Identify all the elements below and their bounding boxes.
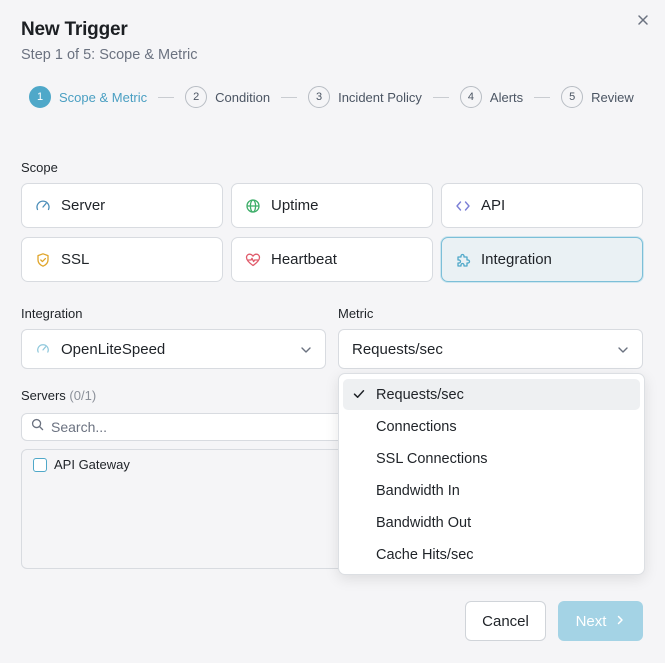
step-number: 1 xyxy=(29,86,51,108)
scope-option-label: Server xyxy=(61,197,106,214)
search-icon xyxy=(31,418,44,436)
scope-option-integration[interactable]: Integration xyxy=(441,237,643,282)
shield-check-icon xyxy=(35,252,51,268)
globe-icon xyxy=(245,198,261,214)
metric-option-label: Requests/sec xyxy=(376,386,464,403)
step-label: Condition xyxy=(215,89,271,105)
chevron-down-icon xyxy=(616,343,630,357)
heart-pulse-icon xyxy=(245,252,261,268)
step-scope-metric[interactable]: 1 Scope & Metric xyxy=(29,86,147,108)
metric-option-requests-sec[interactable]: Requests/sec xyxy=(343,379,640,410)
metric-option-connections[interactable]: Connections xyxy=(343,411,640,442)
metric-option-label: Cache Hits/sec xyxy=(376,546,474,563)
puzzle-icon xyxy=(455,252,471,268)
scope-option-label: Heartbeat xyxy=(271,251,337,268)
step-alerts[interactable]: 4 Alerts xyxy=(459,86,524,108)
scope-option-ssl[interactable]: SSL xyxy=(21,237,223,282)
integration-label: Integration xyxy=(21,306,83,321)
step-number: 2 xyxy=(185,86,208,108)
step-label: Alerts xyxy=(489,89,524,105)
step-incident-policy[interactable]: 3 Incident Policy xyxy=(308,86,422,108)
scope-option-heartbeat[interactable]: Heartbeat xyxy=(231,237,433,282)
step-number: 5 xyxy=(561,86,584,108)
servers-label: Servers (0/1) xyxy=(21,388,96,403)
metric-dropdown: Requests/sec Connections SSL Connections… xyxy=(338,373,645,575)
step-separator xyxy=(158,96,175,98)
scope-option-label: Integration xyxy=(481,251,552,268)
step-number: 4 xyxy=(459,86,482,108)
cancel-button-label: Cancel xyxy=(482,612,529,630)
scope-options: Server Uptime API SSL Heartbeat Integrat… xyxy=(21,183,643,282)
scope-option-label: SSL xyxy=(61,251,90,268)
next-button[interactable]: Next xyxy=(558,601,643,641)
stepper: 1 Scope & Metric 2 Condition 3 Incident … xyxy=(29,86,634,108)
metric-option-bandwidth-out[interactable]: Bandwidth Out xyxy=(343,507,640,538)
dialog-subtitle: Step 1 of 5: Scope & Metric xyxy=(21,47,198,63)
integration-value: OpenLiteSpeed xyxy=(61,340,166,358)
next-button-label: Next xyxy=(575,612,607,630)
step-condition[interactable]: 2 Condition xyxy=(185,86,270,108)
step-label: Incident Policy xyxy=(338,89,422,105)
check-icon xyxy=(352,387,366,401)
metric-option-bandwidth-in[interactable]: Bandwidth In xyxy=(343,475,640,506)
gauge-icon xyxy=(35,198,51,214)
step-separator xyxy=(281,96,298,98)
dialog-title: New Trigger xyxy=(21,19,128,40)
step-separator xyxy=(432,96,449,98)
server-checkbox[interactable] xyxy=(33,457,47,472)
integration-select[interactable]: OpenLiteSpeed xyxy=(21,329,326,369)
server-search[interactable] xyxy=(21,413,351,441)
scope-option-server[interactable]: Server xyxy=(21,183,223,228)
servers-count: (0/1) xyxy=(69,388,97,403)
gauge-icon xyxy=(35,341,51,357)
scope-option-label: API xyxy=(481,197,506,214)
chevron-right-icon xyxy=(615,613,625,630)
chevron-down-icon xyxy=(299,343,313,357)
servers-label-text: Servers xyxy=(21,388,66,403)
step-separator xyxy=(534,96,551,98)
metric-option-label: Bandwidth In xyxy=(376,482,460,499)
metric-option-label: Bandwidth Out xyxy=(376,514,472,531)
new-trigger-dialog: New Trigger Step 1 of 5: Scope & Metric … xyxy=(0,0,665,663)
server-item[interactable]: API Gateway xyxy=(33,457,130,472)
server-list: API Gateway xyxy=(21,449,351,569)
scope-option-api[interactable]: API xyxy=(441,183,643,228)
metric-option-label: Connections xyxy=(376,418,457,435)
metric-option-ssl-connections[interactable]: SSL Connections xyxy=(343,443,640,474)
metric-select[interactable]: Requests/sec xyxy=(338,329,643,369)
scope-option-uptime[interactable]: Uptime xyxy=(231,183,433,228)
step-number: 3 xyxy=(308,86,331,108)
scope-option-label: Uptime xyxy=(271,197,319,214)
metric-option-label: SSL Connections xyxy=(376,450,488,467)
metric-option-cache-hits-sec[interactable]: Cache Hits/sec xyxy=(343,539,640,570)
search-input[interactable] xyxy=(51,419,331,435)
cancel-button[interactable]: Cancel xyxy=(465,601,546,641)
step-review[interactable]: 5 Review xyxy=(561,86,634,108)
step-label: Review xyxy=(591,89,634,105)
scope-label: Scope xyxy=(21,160,58,175)
server-item-label: API Gateway xyxy=(54,457,130,472)
metric-value: Requests/sec xyxy=(352,340,443,358)
code-icon xyxy=(455,198,471,214)
step-label: Scope & Metric xyxy=(59,89,148,105)
close-icon[interactable] xyxy=(633,10,653,30)
metric-label: Metric xyxy=(338,306,374,321)
